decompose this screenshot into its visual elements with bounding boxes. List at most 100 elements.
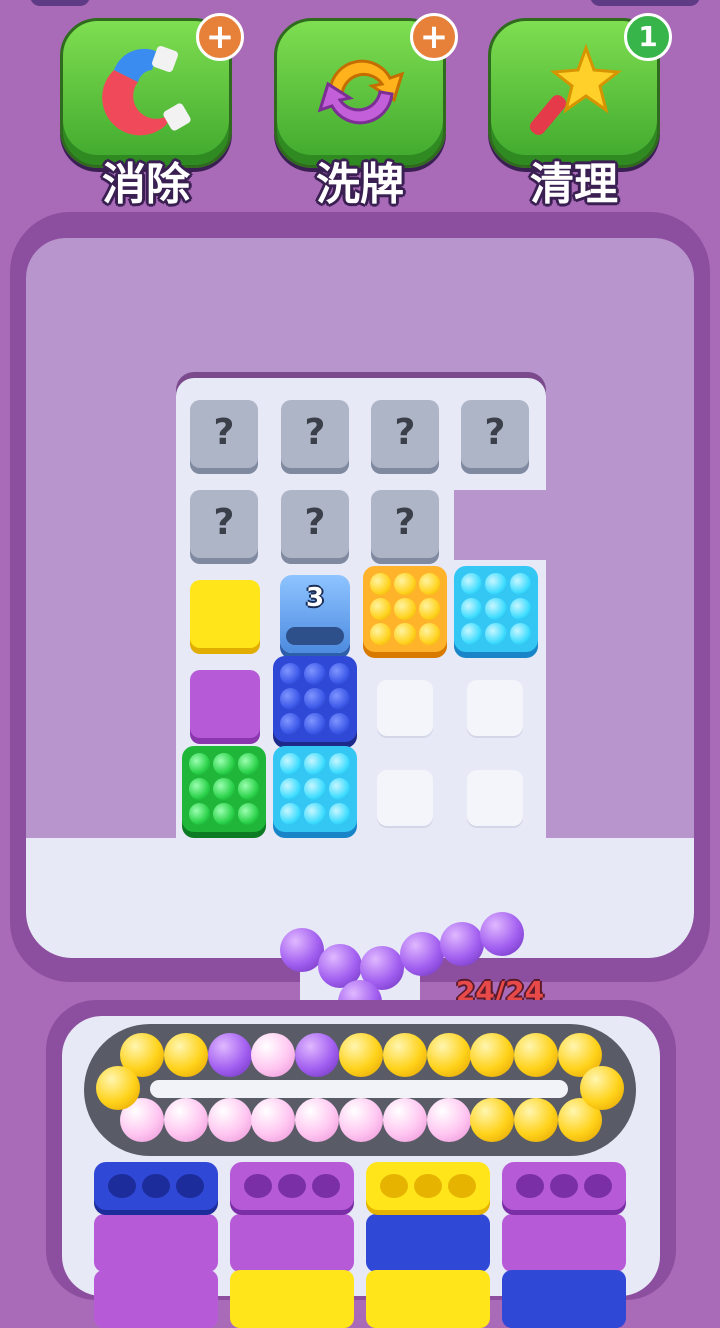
bin-top xyxy=(502,1162,626,1210)
peg xyxy=(394,598,416,620)
empty-slot xyxy=(467,770,523,826)
bin-hole xyxy=(108,1174,136,1198)
conveyor-ball xyxy=(580,1066,624,1110)
peg xyxy=(304,713,326,735)
bin-layer xyxy=(230,1270,354,1328)
bin-hole xyxy=(516,1174,544,1198)
cyan-peg-block[interactable] xyxy=(273,746,357,832)
conveyor-ball xyxy=(426,1033,471,1077)
peg xyxy=(328,713,350,735)
peg xyxy=(394,573,416,595)
peg xyxy=(418,573,440,595)
conveyor-ball xyxy=(426,1098,471,1142)
booster-shuffle-badge: + xyxy=(410,13,458,61)
bin-layer xyxy=(94,1214,218,1272)
peg xyxy=(370,623,392,645)
booster-eliminate-badge: + xyxy=(196,13,244,61)
bin-layer xyxy=(502,1214,626,1272)
hidden-tile[interactable]: ? xyxy=(281,490,349,558)
peg xyxy=(328,688,350,710)
peg xyxy=(394,623,416,645)
bin-top xyxy=(366,1162,490,1210)
hidden-tile[interactable]: ? xyxy=(190,400,258,468)
booster-clear[interactable]: 1 清理 xyxy=(488,13,672,210)
conveyor-ball xyxy=(96,1066,140,1110)
peg xyxy=(328,778,350,800)
conveyor-ball xyxy=(207,1098,252,1142)
peg xyxy=(280,663,302,685)
peg xyxy=(370,573,392,595)
peg xyxy=(189,803,211,825)
cyan-peg-block[interactable] xyxy=(454,566,538,652)
top-status-bar xyxy=(0,0,720,10)
peg xyxy=(370,598,392,620)
peg xyxy=(213,778,235,800)
bin-hole xyxy=(312,1174,340,1198)
peg xyxy=(461,623,483,645)
bin-top xyxy=(94,1162,218,1210)
counter-value: 3 xyxy=(305,583,325,613)
peg xyxy=(237,803,259,825)
peg xyxy=(280,713,302,735)
sorting-bin[interactable] xyxy=(230,1162,354,1328)
sorting-bin[interactable] xyxy=(502,1162,626,1328)
peg xyxy=(328,663,350,685)
peg xyxy=(304,803,326,825)
conveyor-ball xyxy=(382,1033,427,1077)
level-pill xyxy=(30,0,90,6)
sorting-bin[interactable] xyxy=(366,1162,490,1328)
peg xyxy=(280,688,302,710)
peg xyxy=(304,663,326,685)
conveyor-ball xyxy=(295,1033,340,1077)
peg xyxy=(418,598,440,620)
hidden-tile[interactable]: ? xyxy=(281,400,349,468)
peg xyxy=(304,753,326,775)
peg xyxy=(304,778,326,800)
conveyor-ball xyxy=(339,1098,383,1142)
peg xyxy=(213,803,235,825)
purple-block[interactable] xyxy=(190,670,260,738)
bin-layer xyxy=(366,1270,490,1328)
empty-slot xyxy=(377,680,433,736)
yellow-peg-block[interactable] xyxy=(363,566,447,652)
bin-hole xyxy=(142,1174,170,1198)
peg xyxy=(461,598,483,620)
ball xyxy=(440,922,484,966)
blue-peg-block[interactable] xyxy=(273,656,357,742)
hidden-tile[interactable]: ? xyxy=(371,490,439,558)
conveyor-ball xyxy=(207,1033,252,1077)
booster-shuffle[interactable]: + 洗牌 xyxy=(274,13,458,210)
booster-clear-badge: 1 xyxy=(624,13,672,61)
peg xyxy=(280,753,302,775)
peg xyxy=(509,623,531,645)
counter-block[interactable]: 3 xyxy=(280,575,350,653)
yellow-block[interactable] xyxy=(190,580,260,648)
magnet-icon xyxy=(102,46,191,136)
conveyor-ball xyxy=(295,1098,340,1142)
booster-clear-label: 清理 xyxy=(530,159,618,210)
magic-wand-icon xyxy=(529,43,622,135)
hidden-tile[interactable]: ? xyxy=(371,400,439,468)
counter-slot xyxy=(286,627,344,645)
green-peg-block[interactable] xyxy=(182,746,266,832)
conveyor-ball xyxy=(339,1033,383,1077)
conveyor-ball xyxy=(382,1098,427,1142)
booster-bar: + 消除 + 洗牌 1 清理 xyxy=(0,13,720,215)
hidden-tile[interactable]: ? xyxy=(190,490,258,558)
peg xyxy=(485,598,507,620)
bin-layer xyxy=(366,1214,490,1272)
sorting-bin[interactable] xyxy=(94,1162,218,1328)
peg xyxy=(280,778,302,800)
peg xyxy=(461,573,483,595)
hidden-tile[interactable]: ? xyxy=(461,400,529,468)
peg xyxy=(213,753,235,775)
bin-hole xyxy=(278,1174,306,1198)
empty-slot xyxy=(377,770,433,826)
peg xyxy=(237,778,259,800)
peg xyxy=(189,753,211,775)
booster-eliminate[interactable]: + 消除 xyxy=(60,13,244,210)
booster-shuffle-label: 洗牌 xyxy=(316,159,404,210)
conveyor-ball xyxy=(163,1098,208,1142)
bin-hole xyxy=(380,1174,408,1198)
conveyor-ball xyxy=(514,1033,559,1077)
